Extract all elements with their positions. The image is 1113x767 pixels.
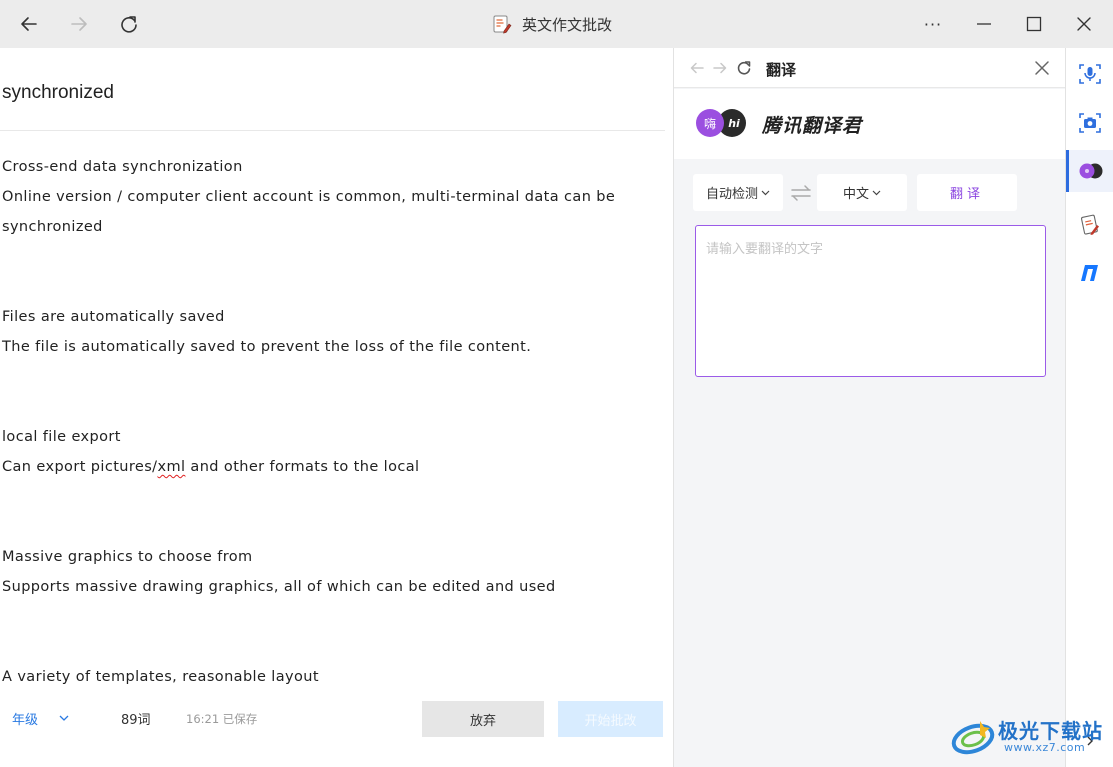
- refresh-icon: [121, 16, 137, 33]
- word-count: 89词: [121, 713, 151, 728]
- panel-header: 翻译: [674, 48, 1065, 88]
- chevron-down-icon[interactable]: [58, 714, 70, 722]
- window-title: 英文作文批改: [492, 12, 612, 36]
- logo-right-text: hi: [728, 117, 740, 130]
- document-pen-icon: [493, 15, 512, 34]
- paragraph-line: Can export pictures/xml and other format…: [2, 452, 642, 482]
- panel-close-button[interactable]: [1032, 58, 1052, 78]
- tencent-translate-logo: 嗨 hi: [696, 109, 746, 137]
- more-button[interactable]: ···: [918, 9, 948, 39]
- paragraph-line: Supports massive drawing graphics, all o…: [2, 579, 556, 595]
- title-bar: 英文作文批改 ···: [0, 0, 1113, 48]
- arrow-right-icon: [71, 17, 87, 31]
- discard-button[interactable]: 放弃: [422, 701, 544, 737]
- panel-back-button[interactable]: [687, 58, 707, 78]
- brand-header: 嗨 hi 腾讯翻译君: [674, 89, 1065, 159]
- arrow-right-icon: [713, 62, 727, 74]
- close-icon: [1035, 61, 1049, 75]
- tool-rail: [1065, 48, 1113, 767]
- paragraph-heading: Files are automatically saved: [2, 309, 225, 325]
- source-language-label: 自动检测: [705, 187, 758, 202]
- microphone-icon: [1078, 64, 1101, 84]
- chevron-down-icon: [872, 190, 881, 195]
- watermark-name: 极光下载站: [998, 719, 1103, 743]
- blue-app-icon: [1080, 265, 1098, 281]
- line-text: Can export pictures/: [2, 459, 158, 475]
- start-grading-button[interactable]: 开始批改: [558, 701, 663, 737]
- arrow-left-icon: [21, 17, 37, 31]
- tencent-translate-icon: [1079, 163, 1103, 179]
- arrow-left-icon: [690, 62, 704, 74]
- translate-input[interactable]: [696, 226, 1045, 376]
- target-language-select[interactable]: 中文: [817, 174, 907, 211]
- watermark: 极光下载站 www.xz7.com: [950, 713, 1110, 761]
- logo-left-text: 嗨: [704, 117, 716, 131]
- translate-button[interactable]: 翻译: [917, 174, 1017, 211]
- rail-camera-button[interactable]: [1066, 102, 1113, 144]
- save-status: 16:21 已保存: [186, 712, 258, 726]
- more-icon: ···: [923, 14, 943, 34]
- translate-panel: 翻译 嗨 hi 腾讯翻译君 自动检测 中文 翻译: [673, 48, 1065, 767]
- translate-input-box[interactable]: [695, 225, 1046, 377]
- back-button[interactable]: [14, 9, 44, 39]
- rail-voice-button[interactable]: [1066, 53, 1113, 95]
- paragraph-heading: local file export: [2, 429, 121, 445]
- panel-forward-button[interactable]: [710, 58, 730, 78]
- line-text: and other formats to the local: [185, 459, 420, 475]
- paragraph-line: Online version / computer client account…: [2, 189, 616, 205]
- target-language-label: 中文: [842, 187, 869, 202]
- minimize-button[interactable]: [969, 9, 999, 39]
- essay-title[interactable]: synchronized: [2, 82, 114, 104]
- swap-languages-icon[interactable]: [789, 184, 813, 202]
- panel-title: 翻译: [766, 61, 797, 79]
- camera-icon: [1078, 113, 1101, 133]
- source-language-select[interactable]: 自动检测: [693, 174, 783, 211]
- rail-app-button[interactable]: [1066, 252, 1113, 294]
- app-window: 英文作文批改 ··· synchronized Cross-end data s…: [0, 0, 1113, 767]
- watermark-url: www.xz7.com: [1004, 741, 1086, 754]
- aurora-logo-icon: [951, 721, 995, 755]
- essay-body[interactable]: Cross-end data synchronization Online ve…: [2, 152, 642, 692]
- panel-refresh-button[interactable]: [734, 58, 754, 78]
- paragraph-heading: A variety of templates, reasonable layou…: [2, 669, 319, 685]
- spelling-flag[interactable]: xml: [157, 459, 185, 475]
- title-divider: [0, 130, 665, 131]
- paragraph-heading: Cross-end data synchronization: [2, 159, 243, 175]
- rail-essay-button[interactable]: [1066, 204, 1113, 246]
- rail-translate-button[interactable]: [1066, 150, 1113, 192]
- minimize-icon: [977, 23, 991, 25]
- paragraph-heading: Massive graphics to choose from: [2, 549, 253, 565]
- close-window-button[interactable]: [1069, 9, 1099, 39]
- chevron-down-icon: [761, 190, 770, 195]
- maximize-button[interactable]: [1019, 9, 1049, 39]
- maximize-icon: [1026, 16, 1042, 32]
- grade-select[interactable]: 年级: [12, 709, 38, 728]
- paragraph-line: The file is automatically saved to preve…: [2, 339, 532, 355]
- brand-name: 腾讯翻译君: [762, 115, 863, 137]
- paragraph-line: synchronized: [2, 219, 103, 235]
- forward-button[interactable]: [64, 9, 94, 39]
- editor-footer: 年级 89词 16:21 已保存 放弃 开始批改: [0, 701, 673, 737]
- refresh-icon: [737, 61, 751, 75]
- essay-card-icon: [1080, 214, 1099, 235]
- refresh-button[interactable]: [114, 9, 144, 39]
- close-icon: [1077, 17, 1091, 31]
- window-title-text: 英文作文批改: [522, 15, 613, 34]
- essay-editor[interactable]: synchronized Cross-end data synchronizat…: [0, 48, 673, 767]
